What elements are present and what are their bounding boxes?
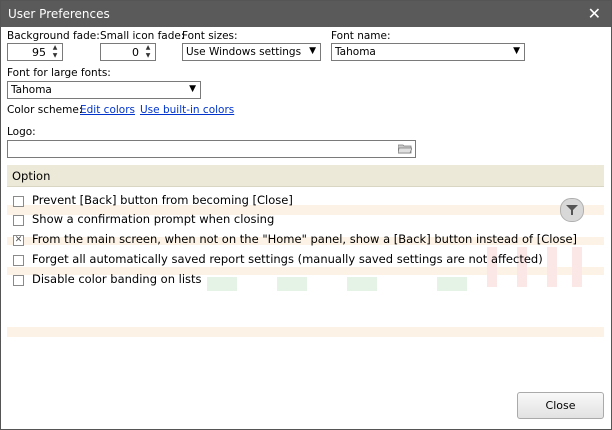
funnel-icon — [566, 205, 578, 215]
edit-colors-link[interactable]: Edit colors — [80, 104, 135, 116]
option-label: From the main screen, when not on the "H… — [32, 232, 578, 246]
option-checkbox[interactable] — [13, 215, 24, 226]
large-font-select[interactable]: Tahoma ▼ — [7, 81, 201, 99]
option-checkbox[interactable] — [13, 255, 24, 266]
font-sizes-value: Use Windows settings — [186, 46, 302, 58]
logo-label: Logo: — [7, 126, 36, 138]
small-icon-fade-label: Small icon fade: — [100, 30, 185, 42]
option-label: Show a confirmation prompt when closing — [32, 212, 275, 226]
spinner-arrows-icon[interactable]: ▲ ▼ — [49, 44, 61, 60]
font-sizes-label: Font sizes: — [182, 30, 238, 42]
title-bar[interactable]: User Preferences ✕ — [1, 1, 611, 27]
color-scheme-label: Color scheme: — [7, 104, 83, 116]
background-fade-spinner[interactable]: 95 ▲ ▼ — [7, 43, 63, 61]
use-builtin-colors-link[interactable]: Use built-in colors — [140, 104, 234, 116]
font-sizes-select[interactable]: Use Windows settings ▼ — [182, 43, 321, 61]
small-icon-fade-value: 0 — [132, 46, 139, 59]
chevron-down-icon[interactable]: ▼ — [513, 46, 520, 56]
font-name-label: Font name: — [331, 30, 391, 42]
option-label: Disable color banding on lists — [32, 272, 202, 286]
close-button[interactable]: Close — [517, 392, 604, 419]
spinner-arrows-icon[interactable]: ▲ ▼ — [142, 44, 154, 60]
filter-icon[interactable] — [560, 198, 584, 222]
option-header-label: Option — [12, 169, 51, 183]
option-checkbox[interactable] — [13, 196, 24, 207]
small-icon-fade-spinner[interactable]: 0 ▲ ▼ — [100, 43, 156, 61]
chevron-down-icon[interactable]: ▼ — [309, 46, 316, 56]
font-name-select[interactable]: Tahoma ▼ — [331, 43, 525, 61]
option-checkbox[interactable] — [13, 275, 24, 286]
chevron-down-icon[interactable]: ▼ — [189, 84, 196, 94]
option-column-header[interactable]: Option — [7, 165, 604, 187]
option-label: Prevent [Back] button from becoming [Clo… — [32, 193, 293, 207]
option-checkbox-checked[interactable]: ✕ — [13, 235, 24, 246]
large-font-value: Tahoma — [11, 84, 52, 96]
preferences-window: User Preferences ✕ Background fade: 95 ▲… — [0, 0, 612, 430]
font-name-value: Tahoma — [335, 46, 376, 58]
background-fade-value: 95 — [32, 46, 46, 59]
options-list: Option Prevent [Back] button from becomi… — [7, 165, 604, 385]
large-font-label: Font for large fonts: — [7, 67, 111, 79]
background-fade-label: Background fade: — [7, 30, 100, 42]
option-label: Forget all automatically saved report se… — [32, 252, 543, 266]
logo-field[interactable] — [7, 140, 416, 158]
close-icon[interactable]: ✕ — [588, 4, 601, 23]
folder-icon[interactable] — [398, 143, 412, 154]
window-title: User Preferences — [8, 7, 110, 21]
